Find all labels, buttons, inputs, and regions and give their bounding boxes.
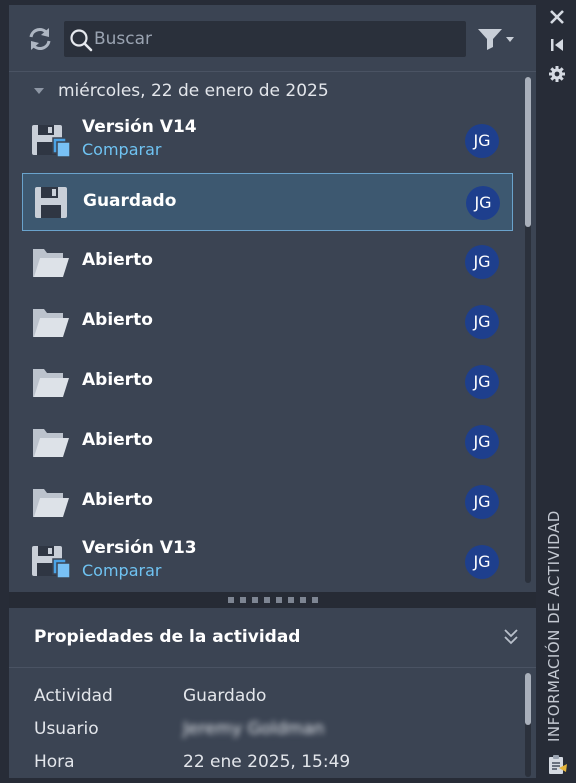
activity-item[interactable]: Abierto JG bbox=[22, 413, 513, 471]
search-input[interactable] bbox=[94, 21, 454, 57]
property-row-user: Usuario Jeremy Goldman bbox=[9, 715, 519, 745]
palette-titlebar: INFORMACIÓN DE ACTIVIDAD bbox=[541, 0, 576, 783]
settings-gear-icon[interactable] bbox=[546, 63, 568, 85]
save-version-icon bbox=[31, 544, 71, 580]
filter-icon[interactable] bbox=[476, 25, 520, 53]
search-box[interactable] bbox=[64, 21, 466, 57]
property-label: Actividad bbox=[34, 686, 113, 706]
user-avatar[interactable]: JG bbox=[465, 124, 499, 158]
property-row-time: Hora 22 ene 2025, 15:49 bbox=[9, 748, 519, 778]
user-avatar[interactable]: JG bbox=[465, 485, 499, 519]
panel-splitter[interactable] bbox=[9, 592, 536, 608]
activity-item[interactable]: Abierto JG bbox=[22, 293, 513, 351]
save-version-icon bbox=[31, 123, 71, 159]
user-avatar[interactable]: JG bbox=[465, 545, 499, 579]
property-label: Usuario bbox=[34, 719, 99, 739]
property-value: 22 ene 2025, 15:49 bbox=[183, 752, 351, 772]
group-date: miércoles, 22 de enero de 2025 bbox=[58, 81, 329, 101]
activity-title: Versión V14 bbox=[82, 117, 197, 137]
property-value: Guardado bbox=[183, 686, 267, 706]
activity-panel: miércoles, 22 de enero de 2025 Versión V… bbox=[9, 5, 536, 778]
double-chevron-down-icon[interactable] bbox=[502, 627, 520, 647]
user-avatar[interactable]: JG bbox=[465, 305, 499, 339]
properties-table: Actividad Guardado Usuario Jeremy Goldma… bbox=[9, 668, 536, 778]
property-value-redacted: Jeremy Goldman bbox=[183, 719, 325, 739]
activity-title: Abierto bbox=[82, 490, 153, 510]
user-avatar[interactable]: JG bbox=[465, 425, 499, 459]
toolbar bbox=[9, 5, 536, 71]
activity-item[interactable]: Abierto JG bbox=[22, 473, 513, 531]
activity-item[interactable]: Guardado JG bbox=[22, 173, 513, 231]
refresh-icon[interactable] bbox=[26, 25, 54, 53]
activity-title: Abierto bbox=[82, 430, 153, 450]
list-scrollbar[interactable] bbox=[525, 77, 531, 583]
auto-hide-icon[interactable] bbox=[546, 34, 568, 56]
activity-title: Abierto bbox=[82, 370, 153, 390]
close-icon[interactable] bbox=[546, 6, 568, 28]
open-folder-icon bbox=[31, 364, 71, 400]
date-group-header[interactable]: miércoles, 22 de enero de 2025 bbox=[9, 72, 519, 112]
property-row-activity: Actividad Guardado bbox=[9, 682, 519, 712]
activity-list: miércoles, 22 de enero de 2025 Versión V… bbox=[9, 72, 536, 591]
user-avatar[interactable]: JG bbox=[465, 365, 499, 399]
open-folder-icon bbox=[31, 244, 71, 280]
search-icon bbox=[70, 29, 93, 52]
activity-item[interactable]: Versión V14 Comparar JG bbox=[22, 112, 513, 170]
open-folder-icon bbox=[31, 484, 71, 520]
properties-scrollbar[interactable] bbox=[525, 673, 531, 777]
activity-item[interactable]: Abierto JG bbox=[22, 353, 513, 411]
properties-title: Propiedades de la actividad bbox=[34, 627, 301, 647]
activity-title: Abierto bbox=[82, 250, 153, 270]
properties-clipboard-icon[interactable] bbox=[546, 753, 568, 775]
activity-title: Guardado bbox=[83, 191, 177, 211]
list-scrollbar-thumb[interactable] bbox=[525, 77, 531, 227]
user-avatar[interactable]: JG bbox=[465, 245, 499, 279]
properties-header[interactable]: Propiedades de la actividad bbox=[9, 608, 536, 667]
collapse-triangle-icon[interactable] bbox=[33, 86, 45, 96]
activity-item[interactable]: Versión V13 Comparar JG bbox=[22, 533, 513, 591]
activity-title: Abierto bbox=[82, 310, 153, 330]
save-icon bbox=[32, 185, 72, 221]
open-folder-icon bbox=[31, 424, 71, 460]
activity-title: Versión V13 bbox=[82, 538, 197, 558]
compare-link[interactable]: Comparar bbox=[82, 140, 161, 159]
user-avatar[interactable]: JG bbox=[466, 186, 500, 220]
properties-scrollbar-thumb[interactable] bbox=[525, 673, 531, 725]
drag-handle-icon[interactable] bbox=[228, 597, 324, 603]
activity-item[interactable]: Abierto JG bbox=[22, 233, 513, 291]
property-label: Hora bbox=[34, 752, 75, 772]
palette-vertical-title: INFORMACIÓN DE ACTIVIDAD bbox=[545, 510, 563, 742]
compare-link[interactable]: Comparar bbox=[82, 561, 161, 580]
open-folder-icon bbox=[31, 304, 71, 340]
